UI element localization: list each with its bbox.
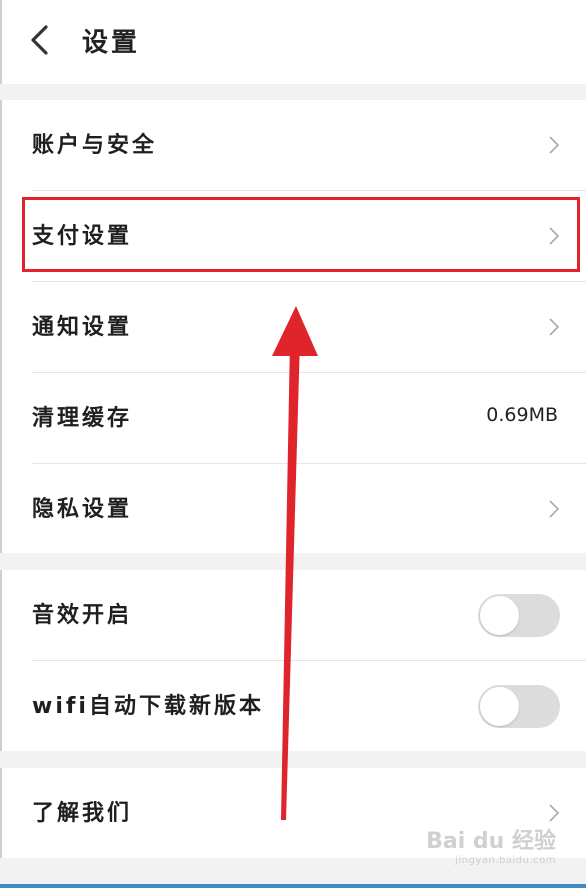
chevron-right-icon: [549, 804, 560, 822]
watermark-brand: Bai du 经验: [426, 829, 556, 854]
settings-item-clear-cache[interactable]: 清理缓存 0.69MB: [2, 373, 586, 463]
settings-item-notifications[interactable]: 通知设置: [2, 282, 586, 372]
settings-item-label: 账户与安全: [32, 133, 158, 158]
settings-item-label: 了解我们: [32, 801, 133, 826]
toggle-knob: [480, 687, 519, 726]
top-bar: 设置: [0, 0, 586, 84]
wifi-update-toggle[interactable]: [478, 685, 560, 728]
settings-item-sound: 音效开启: [2, 570, 586, 660]
chevron-right-icon: [549, 500, 560, 518]
toggle-knob: [480, 596, 519, 635]
settings-group-main: 账户与安全 支付设置 通知设置 清理缓存 0.69MB 隐私设置: [0, 100, 586, 553]
chevron-right-icon: [549, 227, 560, 245]
settings-item-label: 音效开启: [32, 603, 133, 628]
settings-item-label: 隐私设置: [32, 497, 133, 522]
settings-item-payment[interactable]: 支付设置: [2, 191, 586, 281]
cache-size-value: 0.69MB: [486, 404, 558, 426]
settings-item-label: 清理缓存: [32, 406, 133, 431]
settings-item-privacy[interactable]: 隐私设置: [2, 464, 586, 554]
chevron-right-icon: [549, 318, 560, 336]
settings-item-label: wifi自动下载新版本: [32, 694, 264, 719]
watermark-url: jingyan.baidu.com: [455, 855, 556, 866]
baidu-watermark: Bai du 经验 jingyan.baidu.com: [426, 823, 556, 866]
settings-item-account-security[interactable]: 账户与安全: [2, 100, 586, 190]
settings-group-toggles: 音效开启 wifi自动下载新版本: [0, 570, 586, 751]
page-title: 设置: [82, 28, 141, 58]
bottom-bar: [0, 884, 586, 888]
settings-item-label: 通知设置: [32, 315, 133, 340]
chevron-right-icon: [549, 136, 560, 154]
back-arrow-icon[interactable]: [28, 24, 54, 56]
settings-item-label: 支付设置: [32, 224, 133, 249]
settings-item-wifi-update: wifi自动下载新版本: [2, 661, 586, 751]
sound-toggle[interactable]: [478, 594, 560, 637]
